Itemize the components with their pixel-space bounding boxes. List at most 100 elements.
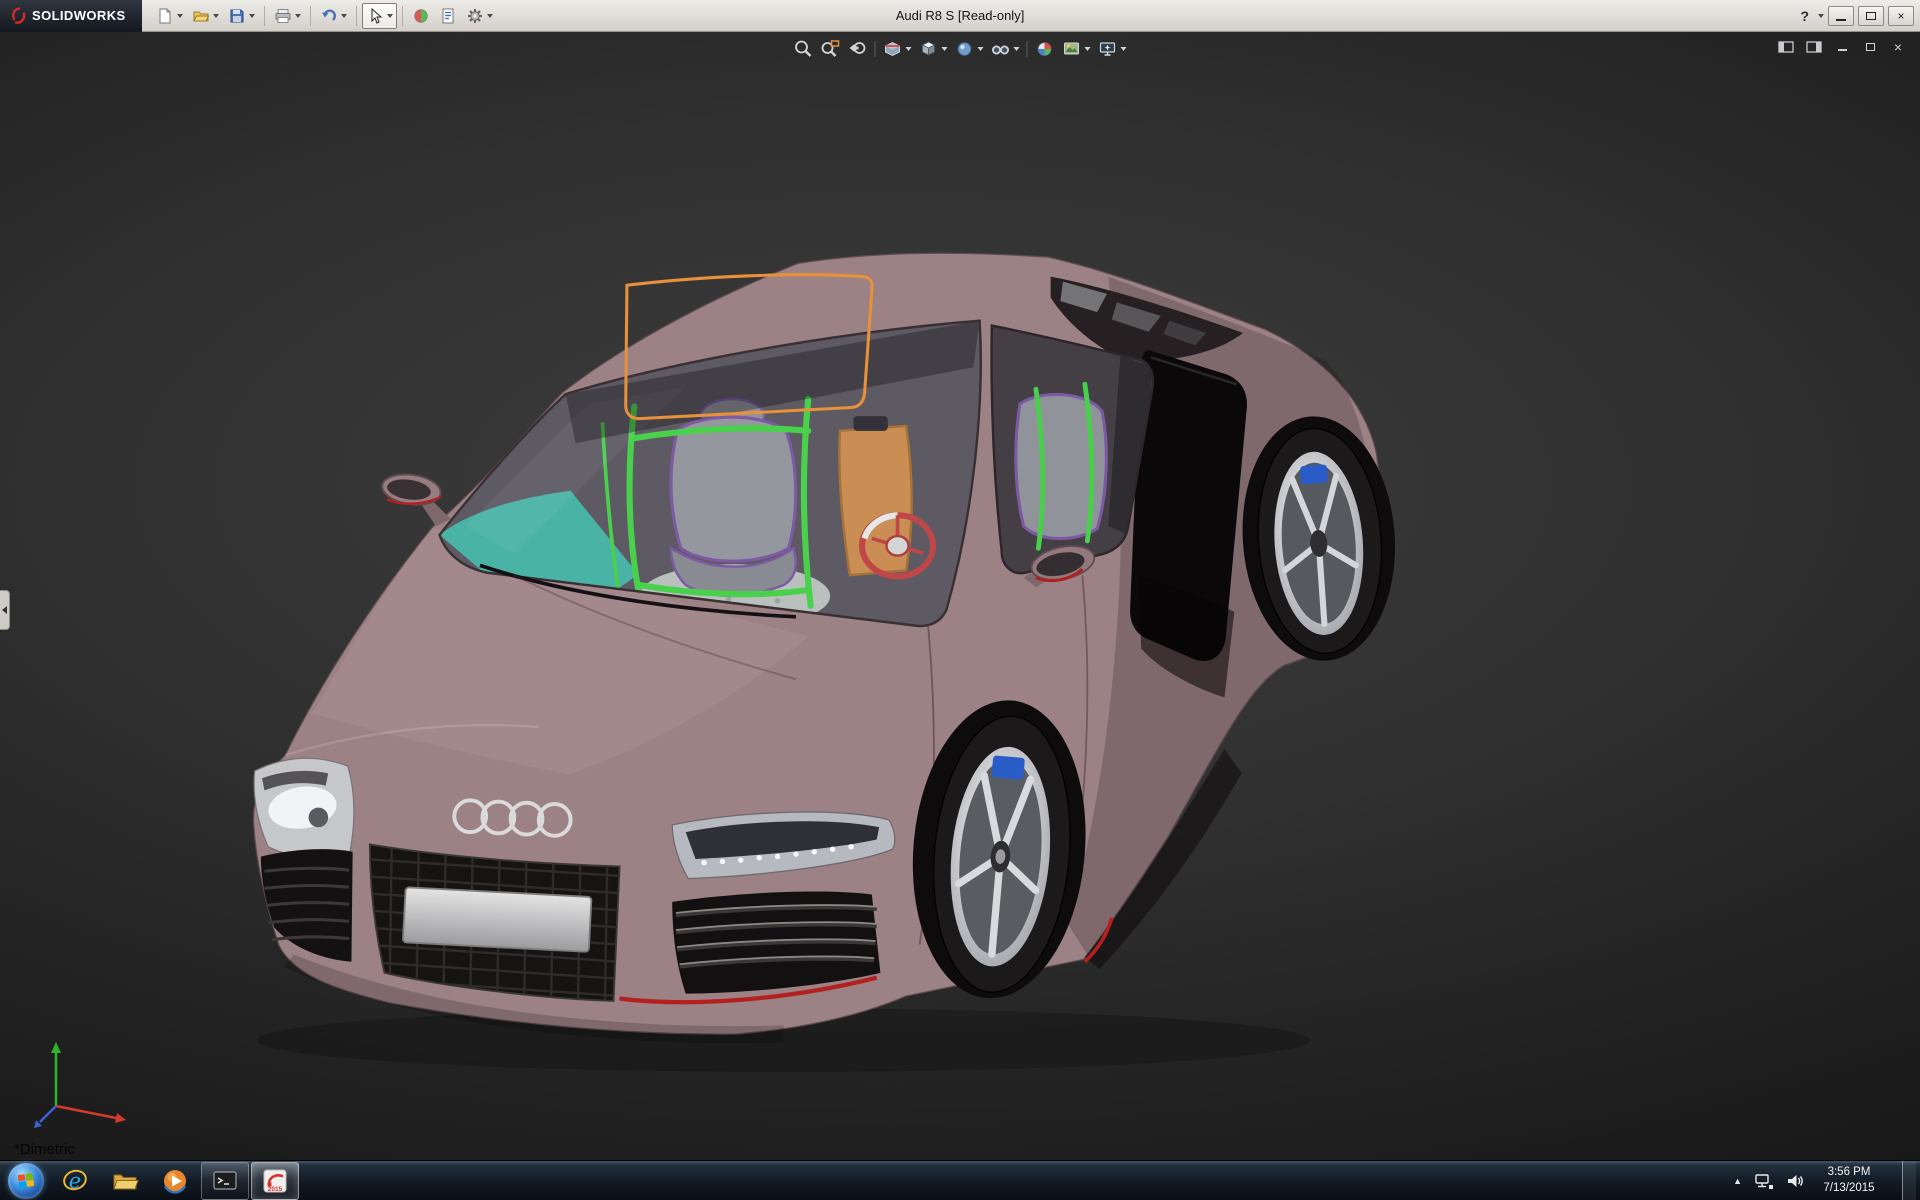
- featuremanager-pane-button[interactable]: [1776, 39, 1796, 55]
- start-button[interactable]: [8, 1162, 44, 1199]
- undo-button[interactable]: [316, 3, 351, 29]
- zoom-to-fit-button[interactable]: [791, 37, 817, 61]
- new-document-button[interactable]: [152, 3, 187, 29]
- hud-separator: [1026, 41, 1028, 57]
- select-button[interactable]: [362, 2, 397, 29]
- doc-close-button[interactable]: ×: [1888, 39, 1908, 55]
- taskbar-command-prompt[interactable]: [201, 1161, 249, 1200]
- graphics-area[interactable]: × *Dimetric: [0, 32, 1920, 1160]
- save-button[interactable]: [224, 3, 259, 29]
- taskbar-internet-explorer[interactable]: e: [51, 1162, 99, 1200]
- dropdown-caret: [1120, 47, 1127, 51]
- view-orientation-icon: [921, 41, 936, 56]
- dropdown-caret: [905, 47, 912, 51]
- dropdown-caret: [213, 13, 219, 18]
- dropdown-caret: [341, 13, 347, 18]
- reference-triad: [34, 1042, 126, 1128]
- display-style-button[interactable]: [952, 37, 987, 61]
- window-controls: ? ×: [1798, 5, 1920, 26]
- view-settings-button[interactable]: [1095, 37, 1130, 61]
- intake-right[interactable]: [672, 891, 881, 994]
- minimize-icon: [1836, 18, 1846, 21]
- model-viewport[interactable]: [0, 32, 1920, 1160]
- taskbar-solidworks[interactable]: 2015: [251, 1161, 299, 1200]
- panel-collapse-tab[interactable]: [0, 590, 10, 630]
- car-model[interactable]: [252, 252, 1403, 1072]
- taskbar-windows-explorer[interactable]: [101, 1162, 149, 1200]
- pane-left-icon: [1778, 41, 1794, 53]
- view-orientation-label: *Dimetric: [14, 1141, 75, 1158]
- dropdown-caret: [977, 47, 984, 51]
- headlight-left[interactable]: [253, 757, 355, 861]
- rebuild-icon: [414, 8, 428, 23]
- previous-view-button[interactable]: [845, 37, 871, 61]
- close-icon: ×: [1893, 39, 1903, 55]
- display-pane-button[interactable]: [1804, 39, 1824, 55]
- document-window-controls: ×: [1776, 39, 1908, 55]
- intake-left[interactable]: [260, 849, 353, 962]
- print-button[interactable]: [270, 3, 305, 29]
- taskbar-clock[interactable]: 3:56 PM 7/13/2015: [1816, 1165, 1882, 1196]
- zoom-to-area-icon: [821, 40, 840, 57]
- view-orientation-button[interactable]: [916, 37, 951, 61]
- toolbar-separator: [402, 5, 403, 26]
- display-style-icon: [957, 42, 972, 56]
- options-gear-icon: [468, 8, 482, 23]
- zoom-to-area-button[interactable]: [818, 37, 844, 61]
- volume-icon[interactable]: [1786, 1172, 1804, 1190]
- dropdown-caret: [487, 13, 493, 18]
- mirror-left[interactable]: [380, 471, 451, 527]
- network-icon[interactable]: [1754, 1172, 1774, 1190]
- ie-glyph: e: [69, 1169, 81, 1193]
- main-toolbar: [152, 2, 497, 29]
- maximize-icon: [1866, 11, 1876, 20]
- rebuild-button[interactable]: [408, 3, 434, 29]
- windows-flag-icon: [17, 1172, 35, 1188]
- restore-icon: [1865, 43, 1875, 51]
- edit-appearance-icon: [1037, 42, 1052, 56]
- open-icon: [193, 11, 210, 21]
- maximize-button[interactable]: [1858, 5, 1884, 26]
- hud-separator: [874, 41, 876, 57]
- solidworks-logo-icon: [12, 7, 26, 24]
- zoom-to-fit-icon: [795, 40, 812, 57]
- internet-explorer-icon: e: [63, 1169, 87, 1193]
- file-properties-button[interactable]: [435, 3, 461, 29]
- options-button[interactable]: [462, 3, 497, 29]
- edit-appearance-button[interactable]: [1032, 37, 1058, 61]
- apply-scene-icon: [1064, 42, 1079, 55]
- file-properties-icon: [442, 8, 454, 23]
- folder-icon: [113, 1174, 139, 1189]
- titlebar: SOLIDWORKS Audi R8 S [Read-only] ? ×: [0, 0, 1920, 32]
- close-button[interactable]: ×: [1888, 5, 1914, 26]
- select-cursor-icon: [371, 7, 383, 24]
- solidworks-app-icon: 2015: [263, 1169, 287, 1193]
- license-plate[interactable]: [402, 886, 593, 953]
- minimize-button[interactable]: [1828, 5, 1854, 26]
- toolbar-separator: [310, 5, 311, 26]
- help-dropdown-caret[interactable]: [1818, 13, 1824, 18]
- hide-show-items-button[interactable]: [988, 37, 1023, 61]
- taskbar: e 2015 ▲ 3:56 PM 7/13/2015: [0, 1160, 1920, 1200]
- hide-show-items-icon: [992, 45, 1009, 55]
- solidworks-logo: SOLIDWORKS: [0, 0, 142, 32]
- pane-right-icon: [1806, 41, 1822, 53]
- clock-time: 3:56 PM: [1827, 1165, 1871, 1178]
- doc-restore-button[interactable]: [1860, 39, 1880, 55]
- open-button[interactable]: [188, 3, 223, 29]
- dropdown-caret: [295, 13, 301, 18]
- dropdown-caret: [1013, 47, 1020, 51]
- doc-minimize-button[interactable]: [1832, 39, 1852, 55]
- show-desktop-button[interactable]: [1902, 1160, 1916, 1200]
- section-view-button[interactable]: [880, 37, 915, 61]
- dropdown-caret: [1084, 47, 1091, 51]
- hidden-icons-button[interactable]: ▲: [1733, 1176, 1742, 1186]
- toolbar-separator: [356, 5, 357, 26]
- solidworks-year-badge: 2015: [268, 1186, 283, 1193]
- clock-date: 7/13/2015: [1823, 1181, 1875, 1194]
- taskbar-media-player[interactable]: [151, 1162, 199, 1200]
- help-button[interactable]: ?: [1798, 8, 1811, 24]
- solidworks-window: SOLIDWORKS Audi R8 S [Read-only] ? × × *…: [0, 0, 1920, 1200]
- section-view-icon: [885, 41, 900, 57]
- apply-scene-button[interactable]: [1059, 37, 1094, 61]
